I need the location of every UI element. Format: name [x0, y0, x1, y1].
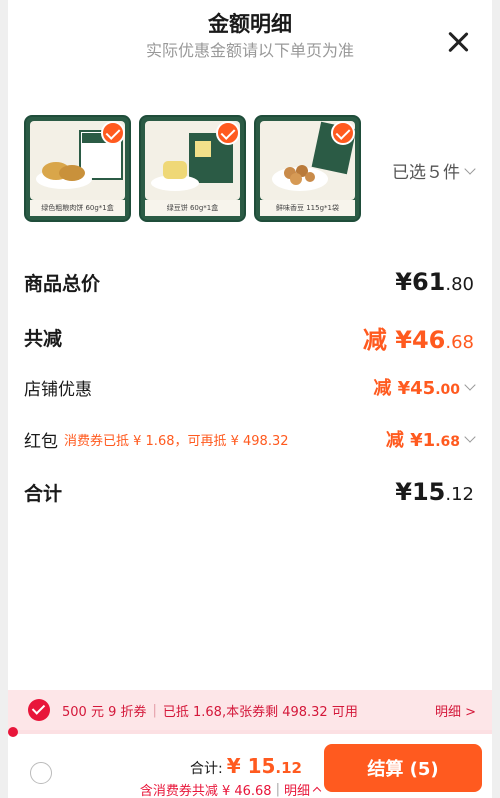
- total-price-row: 商品总价 ¥61.80: [24, 268, 474, 296]
- shop-discount-label: 店铺优惠: [24, 379, 92, 400]
- divider: |: [275, 782, 280, 797]
- right-edge: [492, 0, 500, 798]
- sum-label: 合计: [24, 482, 63, 505]
- coupon-detail-link[interactable]: 明细 >: [435, 701, 476, 720]
- coupon-text: 500 元 9 折券 | 已抵 1.68,本张券剩 498.32 可用: [62, 701, 358, 720]
- footer-discount-text: 含消费券共减 ¥ 46.68: [139, 784, 272, 798]
- product-strip: 绿色粗粮肉饼 60g*1盒 绿豆饼 60g*1盒 鲜味香豆 115g*1袋: [24, 115, 361, 222]
- hongbao-row[interactable]: 红包 消费券已抵 ¥ 1.68，可再抵 ¥ 498.32 减 ¥1.68: [24, 426, 476, 452]
- amount-detail-sheet: 金额明细 实际优惠金额请以下单页为准 绿色粗粮肉饼 60g*1盒 绿豆饼 60g…: [0, 0, 500, 798]
- product-caption: 绿色粗粮肉饼 60g*1盒: [30, 200, 125, 216]
- shop-discount-row[interactable]: 店铺优惠 减 ¥45.00: [24, 374, 476, 400]
- product-thumb[interactable]: 绿色粗粮肉饼 60g*1盒: [24, 115, 131, 222]
- left-edge: [0, 0, 8, 798]
- progress-dot: [8, 727, 18, 737]
- coupon-check-icon[interactable]: [28, 699, 50, 721]
- coupon-bar: 500 元 9 折券 | 已抵 1.68,本张券剩 498.32 可用 明细 >: [8, 690, 492, 730]
- shop-discount-value: 减 ¥45.00: [373, 374, 476, 400]
- footer-total: 合计: ¥ 15.12: [190, 754, 302, 778]
- header: 金额明细 实际优惠金额请以下单页为准: [0, 10, 500, 62]
- total-price-value: ¥61.80: [395, 268, 474, 296]
- footer-detail-link: 明细: [283, 784, 310, 798]
- product-caption: 鲜味香豆 115g*1袋: [260, 200, 355, 216]
- select-all-radio[interactable]: [30, 762, 52, 784]
- coupon-name: 500 元 9 折券: [62, 704, 147, 720]
- product-caption: 绿豆饼 60g*1盒: [145, 200, 240, 216]
- page-subtitle: 实际优惠金额请以下单页为准: [145, 41, 354, 60]
- footer-discount[interactable]: 含消费券共减 ¥ 46.68 | 明细: [139, 780, 322, 798]
- footer-total-label: 合计:: [189, 761, 223, 777]
- selected-count[interactable]: 已选５件: [392, 158, 476, 183]
- chevron-down-icon: [464, 162, 476, 175]
- chevron-up-icon: [312, 786, 322, 796]
- footer-bar: 合计: ¥ 15.12 含消费券共减 ¥ 46.68 | 明细 结算 (5): [8, 740, 492, 798]
- checkout-button[interactable]: 结算 (5): [324, 744, 482, 792]
- total-price-label: 商品总价: [24, 272, 101, 295]
- divider: |: [152, 702, 157, 718]
- hongbao-label: 红包: [24, 431, 58, 452]
- check-icon[interactable]: [331, 121, 355, 145]
- selected-count-label: 已选５件: [392, 163, 460, 183]
- coupon-info: 已抵 1.68,本张券剩 498.32 可用: [162, 704, 358, 720]
- hongbao-value: 减 ¥1.68: [386, 426, 476, 452]
- total-reduce-value: 减 ¥46.68: [362, 326, 474, 354]
- footer-total-value: ¥ 15.12: [226, 754, 302, 778]
- close-icon[interactable]: [446, 30, 470, 54]
- product-thumb[interactable]: 鲜味香豆 115g*1袋: [254, 115, 361, 222]
- coupon-progress-bar: [8, 727, 492, 737]
- sum-row: 合计 ¥15.12: [24, 478, 474, 506]
- product-thumb[interactable]: 绿豆饼 60g*1盒: [139, 115, 246, 222]
- hongbao-note: 消费券已抵 ¥ 1.68，可再抵 ¥ 498.32: [64, 433, 289, 449]
- sum-value: ¥15.12: [395, 478, 474, 506]
- chevron-down-icon: [464, 431, 476, 443]
- check-icon[interactable]: [216, 121, 240, 145]
- page-title: 金额明细: [208, 12, 292, 36]
- check-icon[interactable]: [101, 121, 125, 145]
- total-reduce-label: 共减: [24, 328, 63, 350]
- total-reduce-row: 共减 减 ¥46.68: [24, 320, 474, 355]
- chevron-down-icon: [464, 379, 476, 391]
